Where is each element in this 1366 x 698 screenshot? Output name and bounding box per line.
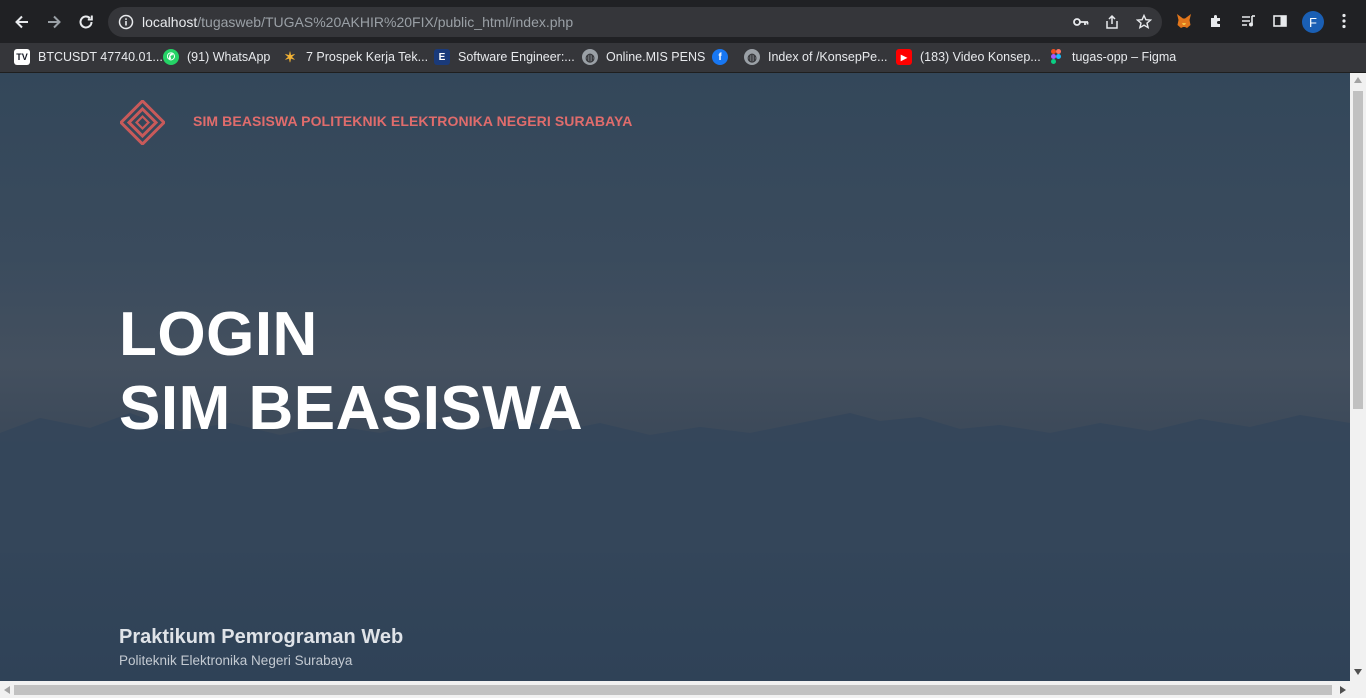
bookmark-item[interactable]: ◍ Index of /KonsepPe... [744, 46, 888, 68]
bookmark-item[interactable]: E Software Engineer:... [434, 46, 575, 68]
back-button[interactable] [8, 8, 36, 36]
globe-icon: ◍ [744, 49, 760, 65]
figma-icon [1048, 49, 1064, 65]
footer-title: Praktikum Pemrograman Web [119, 626, 404, 648]
arrow-left-icon [15, 15, 28, 29]
forward-button[interactable] [40, 8, 68, 36]
bookmark-label: BTCUSDT 47740.01... [38, 50, 163, 64]
bookmark-item[interactable]: TV BTCUSDT 47740.01... [14, 46, 163, 68]
extensions-puzzle-icon[interactable] [1206, 11, 1226, 31]
bookmark-label: Online.MIS PENS [606, 50, 706, 64]
reload-icon [79, 15, 93, 29]
side-panel-icon[interactable] [1270, 11, 1290, 31]
bookmark-label: 7 Prospek Kerja Tek... [306, 50, 429, 64]
url-text[interactable]: localhost/tugasweb/TUGAS%20AKHIR%20FIX/p… [142, 14, 573, 30]
vertical-scroll-thumb[interactable] [1353, 91, 1363, 409]
site-title[interactable]: SIM BEASISWA POLITEKNIK ELEKTRONIKA NEGE… [193, 113, 632, 129]
footer-subtitle: Politeknik Elektronika Negeri Surabaya [119, 653, 353, 668]
horizontal-scroll-thumb[interactable] [14, 685, 1332, 695]
bookmark-item[interactable]: ✶ 7 Prospek Kerja Tek... [282, 46, 428, 68]
url-host: localhost [142, 14, 198, 30]
address-bar[interactable]: localhost/tugasweb/TUGAS%20AKHIR%20FIX/p… [108, 7, 1162, 37]
bookmark-item[interactable]: ▶ (183) Video Konsep... [896, 46, 1041, 68]
hero-line-sim-beasiswa: SIM BEASISWA [119, 374, 584, 443]
media-control-icon[interactable] [1238, 11, 1258, 31]
facebook-icon: f [712, 49, 728, 65]
star-logo-icon: ✶ [284, 48, 296, 65]
scroll-right-icon[interactable] [1340, 686, 1346, 694]
hero-heading: LOGIN SIM BEASISWA [119, 298, 583, 446]
horizontal-scrollbar[interactable] [0, 681, 1366, 698]
profile-avatar[interactable]: F [1302, 11, 1324, 33]
info-icon[interactable] [118, 14, 134, 35]
tradingview-icon: TV [14, 49, 30, 65]
metamask-extension-icon[interactable] [1174, 11, 1194, 31]
bookmark-item[interactable]: ✆ (91) WhatsApp [163, 46, 270, 68]
page-viewport: SIM BEASISWA POLITEKNIK ELEKTRONIKA NEGE… [0, 73, 1350, 681]
bookmark-item[interactable]: ◍ Online.MIS PENS [582, 46, 705, 68]
scroll-down-icon[interactable] [1354, 669, 1362, 675]
bookmark-label: Software Engineer:... [458, 50, 575, 64]
url-path: /tugasweb/TUGAS%20AKHIR%20FIX/public_htm… [197, 14, 574, 30]
key-icon[interactable] [1072, 14, 1090, 30]
pens-logo [120, 100, 165, 145]
scroll-up-icon[interactable] [1354, 77, 1362, 83]
bookmark-label: (91) WhatsApp [187, 50, 271, 64]
arrow-right-icon [48, 15, 61, 29]
hero-line-login: LOGIN [119, 300, 318, 369]
menu-kebab-icon[interactable] [1334, 11, 1354, 31]
whatsapp-icon: ✆ [163, 49, 179, 65]
browser-toolbar: localhost/tugasweb/TUGAS%20AKHIR%20FIX/p… [0, 0, 1366, 43]
bookmark-item[interactable]: f [712, 46, 728, 68]
youtube-icon: ▶ [896, 49, 912, 65]
reload-button[interactable] [72, 8, 100, 36]
bookmarks-bar: TV BTCUSDT 47740.01... ✆ (91) WhatsApp ✶… [0, 43, 1366, 106]
bookmark-label: Index of /KonsepPe... [768, 50, 888, 64]
globe-icon: ◍ [582, 49, 598, 65]
bookmark-item[interactable]: tugas-opp – Figma [1048, 46, 1176, 68]
vertical-scrollbar[interactable] [1350, 73, 1366, 681]
bookmark-label: tugas-opp – Figma [1072, 50, 1177, 64]
bookmark-label: (183) Video Konsep... [920, 50, 1041, 64]
bookmark-star-icon[interactable] [1135, 14, 1153, 30]
share-icon[interactable] [1103, 14, 1121, 30]
scroll-left-icon[interactable] [4, 686, 10, 694]
e-logo-icon: E [434, 49, 450, 65]
